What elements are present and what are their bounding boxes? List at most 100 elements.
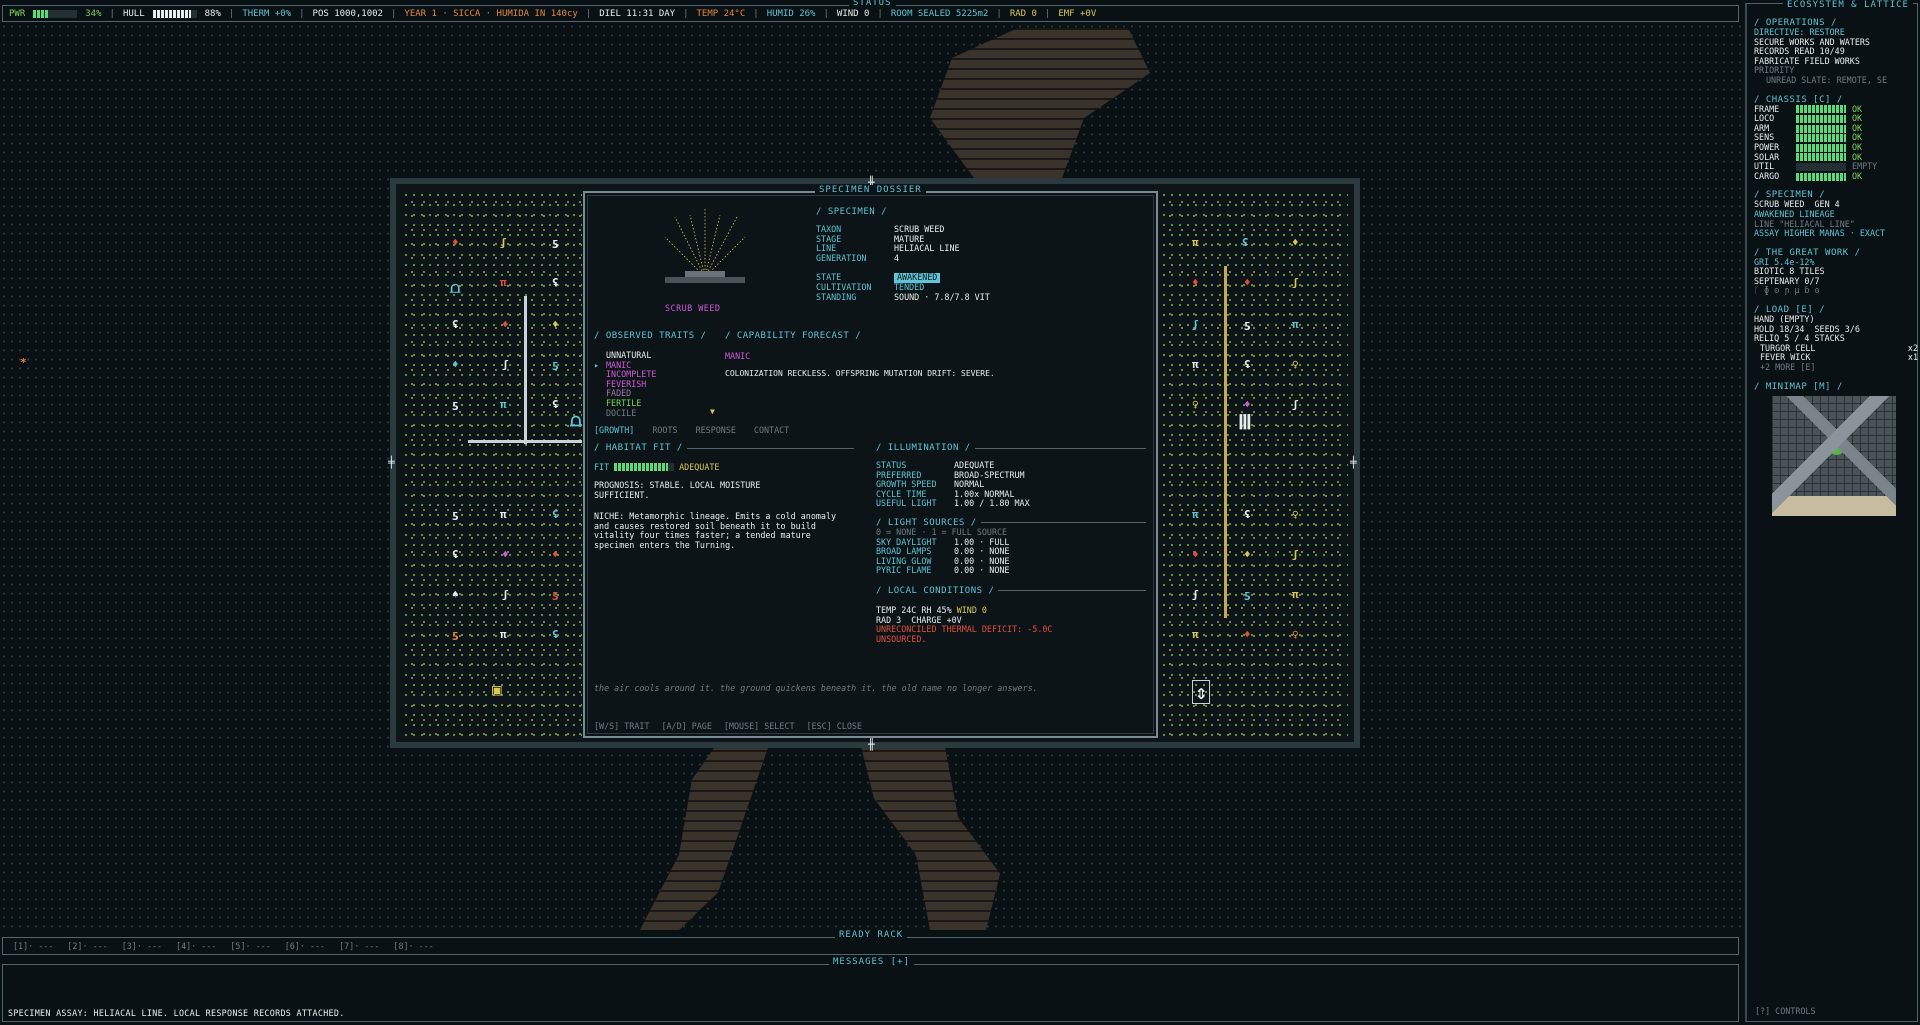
ready-rack: READY RACK [1]· --- [2]· --- [3]· --- [4]· … (2, 930, 1739, 955)
niche-description: NICHE: Metamorphic lineage. Emits a cold… (594, 511, 837, 550)
plant-glyph[interactable]: ♦ (1192, 548, 1199, 561)
plant-glyph[interactable]: ʢ (1242, 236, 1249, 249)
trait-item[interactable]: DOCILE (594, 408, 714, 419)
rack-slot[interactable]: [4]· --- (176, 941, 216, 951)
load-more[interactable]: +2 MORE [E] (1754, 362, 1918, 373)
key-hint-trait: [W/S] TRAIT (594, 721, 650, 731)
plant-glyph[interactable]: ♦ (452, 236, 459, 249)
plant-glyph[interactable]: ʢ (552, 508, 559, 521)
plant-glyph[interactable]: ʢ (552, 628, 559, 641)
local-rh: RH 45% (921, 604, 952, 615)
plant-glyph[interactable]: ♦ (552, 318, 559, 331)
tab-contact[interactable]: CONTACT (754, 425, 789, 435)
plant-glyph[interactable]: ƽ (1244, 318, 1251, 331)
door-east[interactable]: ╪ (1350, 456, 1357, 469)
sidebar-title: ECOSYSTEM & LATTICE (1783, 0, 1913, 10)
light-source-row: PYRIC FLAME 0.00 · NONE (876, 566, 1146, 576)
messages-title[interactable]: MESSAGES [+] (829, 957, 915, 967)
plant-glyph[interactable]: ʃ (1292, 276, 1299, 289)
door-west[interactable]: ╪ (388, 456, 395, 469)
plant-glyph[interactable]: ʢ (1244, 358, 1251, 371)
chassis-bar (1796, 114, 1846, 123)
plant-glyph[interactable]: ♦ (1244, 276, 1251, 289)
plant-glyph[interactable]: ʢ (552, 398, 559, 411)
minimap[interactable] (1772, 395, 1896, 516)
tab-response[interactable]: RESPONSE (696, 425, 736, 435)
rack-slot[interactable]: [8]· --- (393, 941, 433, 951)
plant-glyph[interactable]: ʃ (1292, 398, 1299, 411)
plant-glyph[interactable]: ƽ (1244, 588, 1251, 601)
specimen-field-value: 4 (894, 252, 900, 263)
plant-glyph[interactable]: ʃ (1192, 588, 1199, 601)
plant-glyph[interactable]: ʃ (1292, 548, 1299, 561)
plant-glyph[interactable]: ♦ (1292, 236, 1299, 249)
plant-glyph[interactable]: ʢ (452, 548, 459, 561)
door-south[interactable]: ╫ (868, 738, 875, 751)
tab-roots[interactable]: ROOTS (652, 425, 677, 435)
controls-hint[interactable]: [?] CONTROLS (1755, 1007, 1816, 1017)
hull-bar (152, 9, 197, 18)
plant-glyph[interactable]: π (1192, 358, 1199, 371)
robot-unit-icon[interactable]: ⇕ (1192, 680, 1211, 704)
plant-glyph[interactable]: π (500, 276, 507, 289)
plant-glyph[interactable]: ʃ (502, 588, 509, 601)
wind-readout: WIND 0 (836, 8, 870, 19)
trait-cursor (594, 399, 606, 409)
plant-glyph[interactable]: ƽ (552, 236, 559, 249)
plant-glyph[interactable]: π (1192, 508, 1199, 521)
pillar-icon[interactable]: Ⅲ (1238, 410, 1252, 434)
plant-glyph[interactable]: ♦ (502, 318, 509, 331)
plant-glyph[interactable]: ƽ (452, 398, 459, 411)
plant-glyph[interactable]: ♦ (1244, 548, 1251, 561)
plant-glyph[interactable]: ʢ (452, 318, 459, 331)
plant-glyph[interactable]: ♦ (1244, 628, 1251, 641)
minimap-header[interactable]: / MINIMAP [M] / (1754, 382, 1918, 392)
item-marker[interactable]: * (20, 356, 27, 369)
plant-glyph[interactable]: ƽ (552, 358, 559, 371)
plant-glyph[interactable]: ♦ (552, 548, 559, 561)
rack-slot[interactable]: [3]· --- (122, 941, 162, 951)
plant-glyph[interactable]: ♦ (452, 358, 459, 371)
garden-left[interactable] (402, 190, 582, 736)
plant-glyph[interactable]: ƽ (552, 588, 559, 601)
plant-glyph[interactable]: ♀ (1192, 398, 1199, 411)
crate-icon[interactable]: ▣ (492, 680, 502, 699)
machine-icon[interactable]: ⩍ (450, 278, 460, 298)
plant-glyph[interactable]: π (500, 508, 507, 521)
rack-slot[interactable]: [7]· --- (339, 941, 379, 951)
machine-icon[interactable]: ⩍ (570, 410, 582, 431)
plant-glyph[interactable]: ♀ (1292, 508, 1299, 521)
plant-glyph[interactable]: ♦ (1192, 276, 1199, 289)
unread-slate[interactable]: UNREAD SLATE: REMOTE, SE (1754, 75, 1918, 86)
plant-glyph[interactable]: ʃ (502, 358, 509, 371)
chassis-part-name: CARGO (1754, 170, 1780, 181)
plant-glyph[interactable]: ʢ (1244, 508, 1251, 521)
rack-slot[interactable]: [1]· --- (13, 941, 53, 951)
plant-glyph[interactable]: π (1192, 628, 1199, 641)
tab-growth[interactable]: [GROWTH] (594, 425, 634, 435)
plant-glyph[interactable]: π (500, 398, 507, 411)
rack-slot[interactable]: [6]· --- (285, 941, 325, 951)
plant-glyph[interactable]: ♦ (502, 548, 509, 561)
plant-glyph[interactable]: ♀ (1292, 628, 1299, 641)
plant-glyph[interactable]: ʃ (1192, 318, 1199, 331)
plant-glyph[interactable]: ƽ (452, 508, 459, 521)
plant-glyph[interactable]: ƽ (452, 628, 459, 641)
close-button[interactable]: [ESC] CLOSE (806, 721, 861, 731)
rack-slot[interactable]: [5]· --- (230, 941, 270, 951)
plant-glyph[interactable]: π (1292, 318, 1299, 331)
forecast-header: / CAPABILITY FORECAST / (725, 331, 862, 341)
garden-right[interactable] (1160, 190, 1348, 736)
plant-glyph[interactable]: ♀ (1292, 358, 1299, 371)
plant-glyph[interactable]: π (1192, 236, 1199, 249)
habitat-header: / HABITAT FIT / (594, 443, 683, 453)
plant-glyph[interactable]: ♠ (452, 588, 459, 601)
plant-glyph[interactable]: ʃ (500, 236, 507, 249)
pipe (468, 440, 582, 443)
plant-glyph[interactable]: π (1292, 588, 1299, 601)
scroll-down-icon[interactable]: ▼ (710, 407, 715, 416)
specimen-field-key: GENERATION (816, 252, 867, 263)
plant-glyph[interactable]: π (500, 628, 507, 641)
rack-slot[interactable]: [2]· --- (67, 941, 107, 951)
plant-glyph[interactable]: ʢ (552, 276, 559, 289)
